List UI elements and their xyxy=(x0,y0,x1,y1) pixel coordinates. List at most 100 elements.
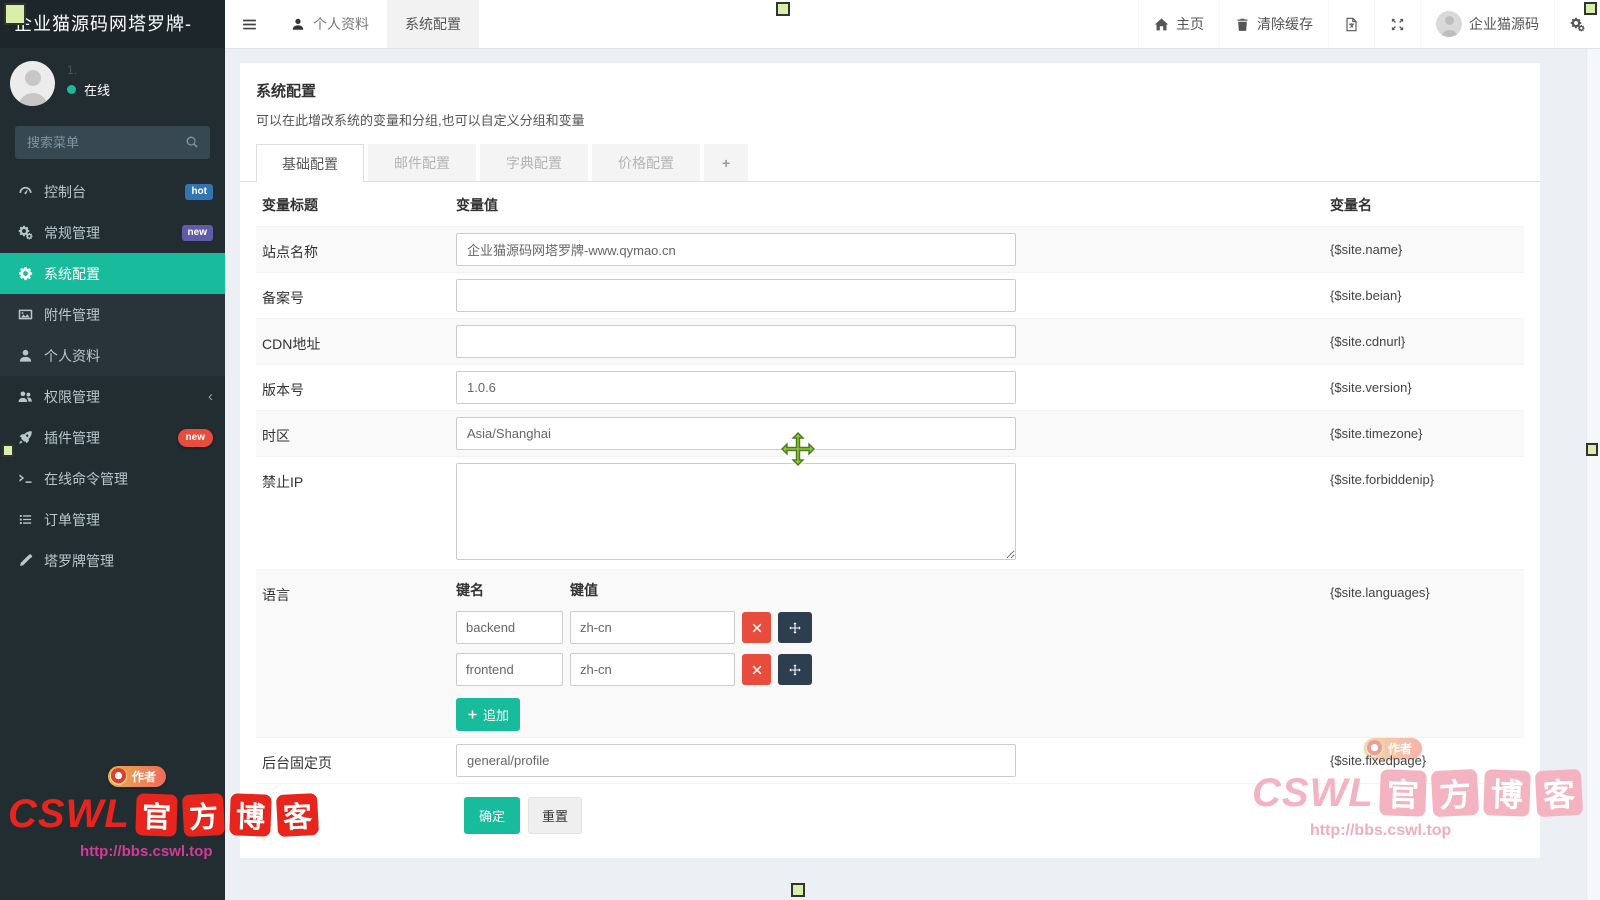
avatar xyxy=(1436,11,1462,37)
gears-icon xyxy=(1570,17,1585,32)
timezone-input[interactable] xyxy=(456,417,1016,450)
hot-badge: hot xyxy=(185,184,213,200)
table-row-fixedpage: 后台固定页 {$site.fixedpage} xyxy=(256,737,1524,783)
sidebar-search xyxy=(15,126,210,159)
reset-button[interactable]: 重置 xyxy=(528,797,582,834)
sidebar-search-input[interactable] xyxy=(15,126,210,159)
tab-dict-config[interactable]: 字典配置 xyxy=(480,144,588,181)
sidebar-item-profile[interactable]: 个人资料 xyxy=(0,335,225,376)
sidebar-item-auth[interactable]: 权限管理 ‹ xyxy=(0,376,225,417)
forbiddenip-textarea[interactable] xyxy=(456,463,1016,560)
table-row-beian: 备案号 {$site.beian} xyxy=(256,272,1524,318)
cdnurl-input[interactable] xyxy=(456,325,1016,358)
gauge-icon xyxy=(18,184,33,199)
chevron-left-icon: ‹ xyxy=(208,389,213,404)
remove-row-button[interactable] xyxy=(742,612,771,643)
table-row-cdnurl: CDN地址 {$site.cdnurl} xyxy=(256,318,1524,364)
sitename-input[interactable] xyxy=(456,233,1016,266)
page-subtitle: 可以在此增改系统的变量和分组,也可以自定义分组和变量 xyxy=(256,110,1524,129)
sidebar-user-status: 在线 xyxy=(67,80,110,99)
kv-value-header: 键值 xyxy=(570,580,598,600)
sidebar-item-dashboard[interactable]: 控制台 hot xyxy=(0,171,225,212)
beian-input[interactable] xyxy=(456,279,1016,312)
append-button[interactable]: 追加 xyxy=(456,698,520,731)
fullscreen-button[interactable] xyxy=(1374,0,1420,48)
trash-icon xyxy=(1235,17,1250,32)
lang-value-input[interactable] xyxy=(570,653,735,686)
sidebar-item-attachments[interactable]: 附件管理 xyxy=(0,294,225,335)
tab-basic-config[interactable]: 基础配置 xyxy=(256,144,364,182)
list-icon xyxy=(18,512,33,527)
plus-icon xyxy=(467,709,478,720)
user-menu[interactable]: 企业猫源码 xyxy=(1420,0,1554,48)
new-badge: new xyxy=(178,429,213,447)
topbar-right: 主页 清除缓存 企业猫源码 xyxy=(1138,0,1600,48)
topbar: 个人资料 系统配置 主页 清除缓存 企业猫源码 xyxy=(225,0,1600,49)
version-input[interactable] xyxy=(456,371,1016,404)
annotation-marker xyxy=(2,444,14,457)
config-table: 变量标题 变量值 变量名 站点名称 {$site.name} 备案号 {$sit… xyxy=(256,182,1524,847)
sidebar-logo: 企业猫源码网塔罗牌- xyxy=(0,0,225,48)
clear-cache-button[interactable]: 清除缓存 xyxy=(1219,0,1328,48)
sidebar-item-general[interactable]: 常规管理 new xyxy=(0,212,225,253)
language-button[interactable] xyxy=(1328,0,1374,48)
tab-price-config[interactable]: 价格配置 xyxy=(592,144,700,181)
sidebar-item-command[interactable]: 在线命令管理 xyxy=(0,458,225,499)
sidebar-avatar xyxy=(10,61,55,106)
home-icon xyxy=(1154,17,1169,32)
table-row-sitename: 站点名称 {$site.name} xyxy=(256,226,1524,272)
annotation-marker xyxy=(776,2,790,16)
sidebar-item-addons[interactable]: 插件管理 new xyxy=(0,417,225,458)
add-tab-button[interactable]: + xyxy=(704,144,748,181)
search-icon[interactable] xyxy=(185,135,200,150)
page-title: 系统配置 xyxy=(256,80,1524,101)
sidebar-item-orders[interactable]: 订单管理 xyxy=(0,499,225,540)
annotation-marker xyxy=(4,3,26,25)
sidebar-toggle-button[interactable] xyxy=(225,0,273,48)
gear-icon xyxy=(18,266,33,281)
drag-row-button[interactable] xyxy=(778,654,812,685)
table-row-languages: 语言 键名 键值 xyxy=(256,569,1524,737)
user-icon xyxy=(291,17,305,31)
tab-system-config[interactable]: 系统配置 xyxy=(387,0,479,48)
fixedpage-input[interactable] xyxy=(456,744,1016,777)
config-tabs: 基础配置 邮件配置 字典配置 价格配置 + xyxy=(240,144,1540,182)
tab-profile[interactable]: 个人资料 xyxy=(273,0,387,48)
cogs-icon xyxy=(18,225,33,240)
language-icon xyxy=(1344,17,1359,32)
config-panel: 系统配置 可以在此增改系统的变量和分组,也可以自定义分组和变量 基础配置 邮件配… xyxy=(240,63,1540,858)
rocket-icon xyxy=(18,430,33,445)
x-icon xyxy=(751,622,763,634)
annotation-marker xyxy=(1586,443,1598,456)
sidebar-item-tarot[interactable]: 塔罗牌管理 xyxy=(0,540,225,581)
sidebar-username: 1. xyxy=(67,63,110,80)
kv-key-header: 键名 xyxy=(456,580,570,600)
sidebar: 企业猫源码网塔罗牌- 1. 在线 控制台 hot 常规管理 xyxy=(0,0,225,900)
remove-row-button[interactable] xyxy=(742,654,771,685)
sidebar-menu: 控制台 hot 常规管理 new 系统配置 附件管理 个人资料 xyxy=(0,171,225,581)
annotation-marker xyxy=(1584,2,1597,15)
move-icon xyxy=(789,664,801,676)
kv-row-frontend xyxy=(456,653,1330,686)
lang-value-input[interactable] xyxy=(570,611,735,644)
table-row-version: 版本号 {$site.version} xyxy=(256,364,1524,410)
users-icon xyxy=(18,389,33,404)
fullscreen-icon xyxy=(1390,17,1405,32)
table-row-timezone: 时区 {$site.timezone} xyxy=(256,410,1524,456)
user-icon xyxy=(18,348,33,363)
table-header-row: 变量标题 变量值 变量名 xyxy=(256,182,1524,226)
drag-row-button[interactable] xyxy=(778,612,812,643)
image-icon xyxy=(18,307,33,322)
lang-key-input[interactable] xyxy=(456,653,563,686)
scrollbar-track[interactable] xyxy=(1586,48,1600,900)
move-icon xyxy=(789,622,801,634)
submit-button[interactable]: 确定 xyxy=(464,797,520,834)
pen-icon xyxy=(18,553,33,568)
x-icon xyxy=(751,664,763,676)
sidebar-item-system-config[interactable]: 系统配置 xyxy=(0,253,225,294)
home-button[interactable]: 主页 xyxy=(1138,0,1219,48)
tab-mail-config[interactable]: 邮件配置 xyxy=(368,144,476,181)
sidebar-user-panel: 1. 在线 xyxy=(0,48,225,118)
lang-key-input[interactable] xyxy=(456,611,563,644)
online-dot-icon xyxy=(67,85,76,94)
